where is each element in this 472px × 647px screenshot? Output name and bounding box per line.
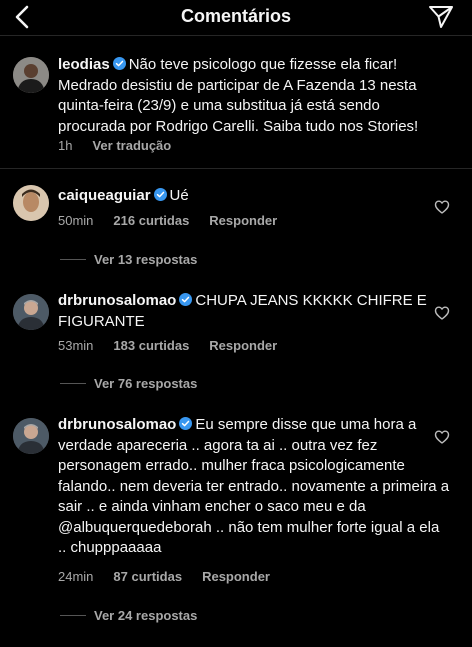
comment-meta: 53min 183 curtidas Responder: [58, 338, 297, 353]
like-heart-icon[interactable]: [434, 305, 450, 321]
translate-link[interactable]: Ver tradução: [92, 138, 171, 153]
page-title: Comentários: [180, 6, 292, 26]
header-bar: Comentários: [0, 0, 472, 36]
comment-body: drbrunosalomao CHUPA JEANS KKKKK CHIFRE E…: [58, 291, 450, 332]
likes-count[interactable]: 216 curtidas: [113, 213, 189, 228]
view-replies-label: Ver 24 respostas: [94, 608, 198, 623]
caption-username[interactable]: leodias: [58, 56, 110, 73]
verified-badge-icon: [179, 293, 193, 306]
profile-photo: [13, 185, 49, 221]
verified-badge-icon: [153, 188, 167, 201]
like-heart-icon[interactable]: [434, 429, 450, 445]
send-direct-icon[interactable]: [428, 4, 454, 30]
verified-badge-icon: [112, 57, 126, 70]
reply-button[interactable]: Responder: [202, 569, 270, 584]
comment-body: drbrunosalomao Eu sempre disse que uma ho…: [58, 415, 450, 559]
comment-time: 24min: [58, 569, 94, 584]
divider: [0, 168, 472, 169]
comment-username[interactable]: drbrunosalomao: [58, 292, 176, 309]
replies-line: [60, 259, 86, 260]
reply-button[interactable]: Responder: [209, 213, 277, 228]
comment-username[interactable]: drbrunosalomao: [58, 416, 176, 433]
comment-text: Eu sempre disse que uma hora a verdade a…: [58, 416, 450, 556]
replies-line: [60, 383, 86, 384]
avatar-drbrunosalomao[interactable]: [13, 418, 49, 454]
avatar-caiqueaguiar[interactable]: [13, 185, 49, 221]
like-heart-icon[interactable]: [434, 199, 450, 215]
avatar-drbrunosalomao[interactable]: [13, 294, 49, 330]
view-replies-button[interactable]: Ver 13 respostas: [60, 252, 197, 267]
profile-photo: [13, 57, 49, 93]
profile-photo: [13, 418, 49, 454]
view-replies-button[interactable]: Ver 24 respostas: [60, 608, 197, 623]
caption-time: 1h: [58, 138, 73, 153]
caption-meta: 1h Ver tradução: [58, 138, 191, 153]
comment-time: 53min: [58, 338, 94, 353]
profile-photo: [13, 294, 49, 330]
avatar-leodias[interactable]: [13, 57, 49, 93]
view-replies-button[interactable]: Ver 76 respostas: [60, 376, 197, 391]
comment-text: Ué: [169, 187, 189, 204]
likes-count[interactable]: 183 curtidas: [113, 338, 189, 353]
reply-button[interactable]: Responder: [209, 338, 277, 353]
comment-body: caiqueaguiar Ué: [58, 186, 450, 207]
likes-count[interactable]: 87 curtidas: [113, 569, 182, 584]
caption-body: leodias Não teve psicologo que fizesse el…: [58, 55, 450, 137]
comment-time: 50min: [58, 213, 94, 228]
comment-meta: 24min 87 curtidas Responder: [58, 569, 290, 584]
view-replies-label: Ver 13 respostas: [94, 252, 198, 267]
verified-badge-icon: [179, 417, 193, 430]
comment-meta: 50min 216 curtidas Responder: [58, 213, 297, 228]
view-replies-label: Ver 76 respostas: [94, 376, 198, 391]
replies-line: [60, 615, 86, 616]
comment-username[interactable]: caiqueaguiar: [58, 187, 151, 204]
